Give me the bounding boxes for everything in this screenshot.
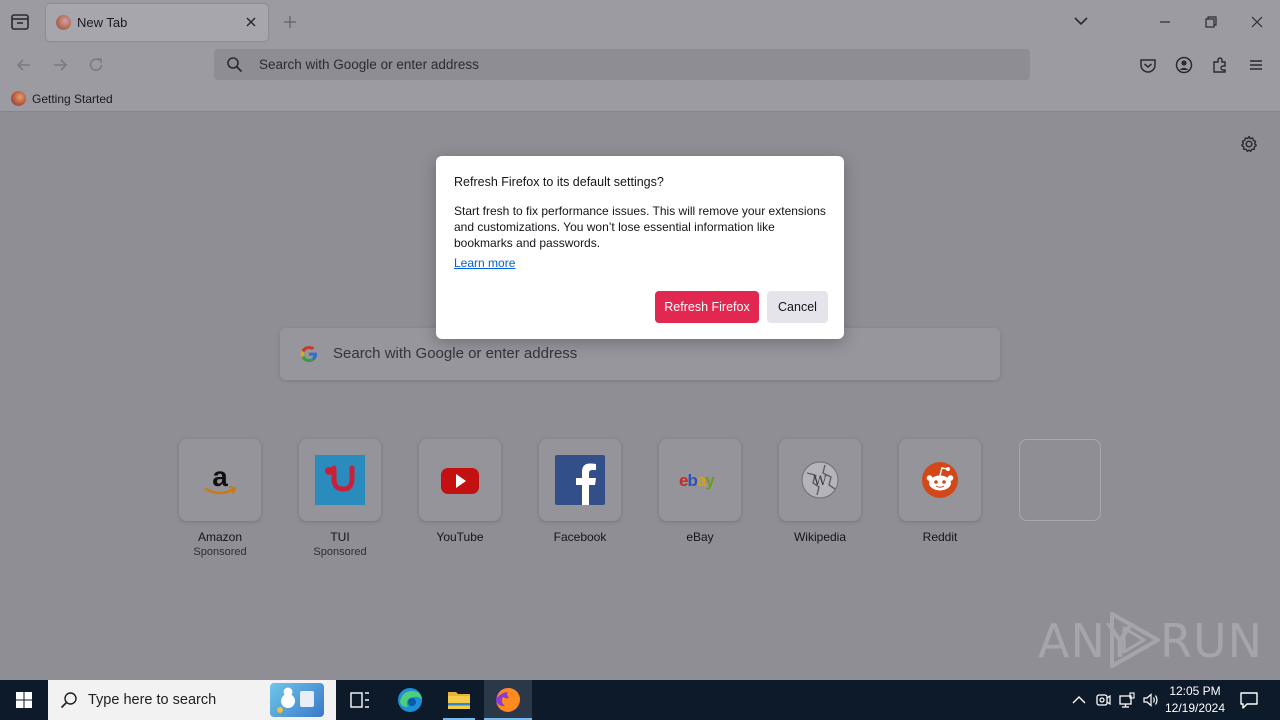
gear-icon[interactable] <box>1239 134 1259 154</box>
tile-icon-box <box>299 439 381 521</box>
bookmark-label: Getting Started <box>32 92 113 106</box>
top-site-tile[interactable]: Reddit <box>899 439 981 544</box>
top-site-tile[interactable]: W Wikipedia <box>779 439 861 544</box>
svg-text:a: a <box>212 461 228 492</box>
search-icon <box>226 56 243 73</box>
pocket-icon[interactable] <box>1138 55 1158 75</box>
refresh-firefox-dialog: Refresh Firefox to its default settings?… <box>436 156 844 339</box>
close-tab-icon[interactable] <box>242 13 260 31</box>
top-site-tile[interactable]: YouTube <box>419 439 501 544</box>
show-hidden-icons-chevron-icon[interactable] <box>1070 691 1088 709</box>
account-icon[interactable] <box>1174 55 1194 75</box>
navigation-toolbar: Search with Google or enter address <box>0 44 1280 86</box>
tile-label: Amazon <box>197 530 243 544</box>
dialog-title: Refresh Firefox to its default settings? <box>454 175 664 189</box>
windows-start-icon[interactable] <box>0 680 48 720</box>
tile-label: TUI <box>330 530 350 544</box>
tile-label: Facebook <box>553 530 607 544</box>
network-icon[interactable] <box>1118 691 1136 709</box>
tile-icon-box <box>539 439 621 521</box>
clock-time: 12:05 PM <box>1169 684 1221 698</box>
tui-icon <box>315 455 365 505</box>
google-logo-icon <box>299 344 319 364</box>
tile-icon-box: ebay <box>659 439 741 521</box>
address-bar-placeholder: Search with Google or enter address <box>259 57 479 72</box>
task-view-icon[interactable] <box>336 680 384 720</box>
tile-icon-box <box>899 439 981 521</box>
extensions-puzzle-icon[interactable] <box>1210 55 1230 75</box>
tab-new-tab[interactable]: New Tab <box>46 4 268 41</box>
top-site-tile[interactable]: TUI Sponsored <box>299 439 381 558</box>
close-window-icon[interactable] <box>1245 10 1269 34</box>
watermark-right-text: RUN <box>1160 614 1264 668</box>
taskbar-search-box[interactable]: Type here to search <box>48 680 336 720</box>
tab-bar: New Tab <box>0 0 1280 44</box>
new-tab-plus-icon[interactable] <box>281 13 299 31</box>
tile-icon-box: a <box>179 439 261 521</box>
anyrun-watermark: ANY RUN <box>1038 608 1262 672</box>
search-highlight-image <box>270 683 324 717</box>
content-search-placeholder: Search with Google or enter address <box>333 345 578 362</box>
wikipedia-globe-icon: W <box>795 455 845 505</box>
tile-icon-box <box>419 439 501 521</box>
menu-hamburger-icon[interactable] <box>1246 55 1266 75</box>
tile-icon-box: W <box>779 439 861 521</box>
minimize-icon[interactable] <box>1153 10 1177 34</box>
list-all-tabs-chevron-icon[interactable] <box>1072 12 1090 30</box>
tile-label: Reddit <box>922 530 958 544</box>
top-site-tile[interactable]: ebay eBay <box>659 439 741 544</box>
youtube-icon <box>435 455 485 505</box>
notification-center-icon[interactable] <box>1238 689 1260 711</box>
top-site-tile[interactable]: Facebook <box>539 439 621 544</box>
refresh-firefox-button[interactable]: Refresh Firefox <box>655 291 759 323</box>
empty-top-site-slot[interactable] <box>1019 439 1101 521</box>
empty-tile-box <box>1019 439 1101 521</box>
taskbar-clock[interactable]: 12:05 PM 12/19/2024 <box>1160 683 1230 717</box>
clock-date: 12/19/2024 <box>1164 701 1226 715</box>
firefox-favicon-icon <box>56 15 71 30</box>
play-logo-icon <box>1110 612 1160 668</box>
top-site-tile[interactable]: a Amazon Sponsored <box>179 439 261 558</box>
windows-taskbar: Type here to search 12:05 PM 12/19/2024 <box>0 680 1280 720</box>
tile-label: eBay <box>686 530 714 544</box>
amazon-icon: a <box>195 455 245 505</box>
bookmarks-toolbar: Getting Started <box>0 86 1280 112</box>
tile-label: YouTube <box>436 530 484 544</box>
svg-text:W: W <box>813 474 827 489</box>
firefox-taskbar-icon[interactable] <box>484 680 532 720</box>
edge-icon[interactable] <box>386 680 434 720</box>
volume-icon[interactable] <box>1142 691 1160 709</box>
reload-icon[interactable] <box>86 55 106 75</box>
ebay-icon: ebay <box>675 455 725 505</box>
file-explorer-icon[interactable] <box>435 680 483 720</box>
tab-title: New Tab <box>77 15 128 30</box>
search-icon <box>60 691 78 709</box>
tile-sponsored-label: Sponsored <box>193 546 247 558</box>
svg-text:ebay: ebay <box>679 471 715 490</box>
top-sites: a Amazon Sponsored TUI Sponsored YouTube… <box>179 439 1109 569</box>
back-arrow-icon[interactable] <box>14 55 34 75</box>
meet-now-icon[interactable] <box>1094 691 1112 709</box>
tile-sponsored-label: Sponsored <box>313 546 367 558</box>
dialog-message: Start fresh to fix performance issues. T… <box>454 204 826 250</box>
facebook-icon <box>555 455 605 505</box>
firefox-favicon-icon <box>11 91 26 106</box>
address-bar[interactable]: Search with Google or enter address <box>214 49 1030 80</box>
restore-icon[interactable] <box>1199 10 1223 34</box>
firefox-view-icon[interactable] <box>9 12 31 32</box>
taskbar-search-placeholder: Type here to search <box>88 692 217 708</box>
cancel-button[interactable]: Cancel <box>767 291 828 323</box>
forward-arrow-icon[interactable] <box>50 55 70 75</box>
reddit-icon <box>915 455 965 505</box>
tile-label: Wikipedia <box>793 530 847 544</box>
learn-more-link[interactable]: Learn more <box>454 256 515 270</box>
